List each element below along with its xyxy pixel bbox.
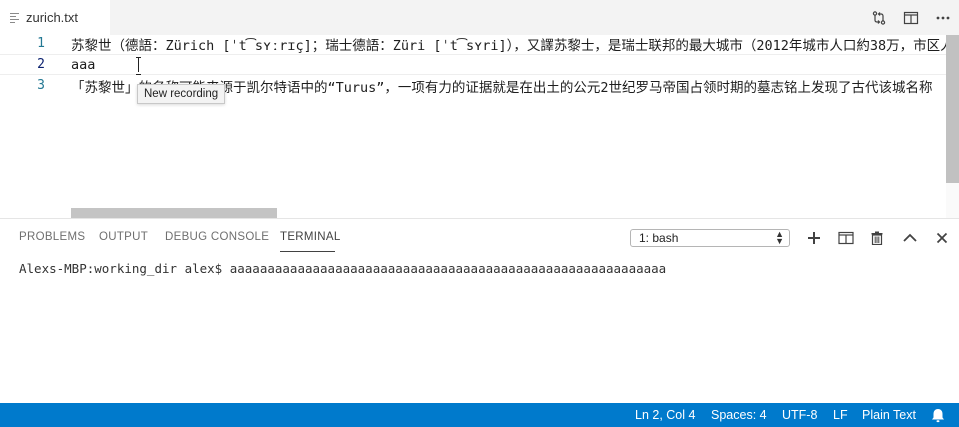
status-cursor-position[interactable]: Ln 2, Col 4 [635,403,695,427]
split-editor-icon [903,11,919,24]
editor[interactable]: 1 苏黎世（德語：Zürich [ˈt͡sʏːrɪç]；瑞士德語：Züri [ˈ… [0,35,959,218]
status-bar: Ln 2, Col 4 Spaces: 4 UTF-8 LF Plain Tex… [0,403,959,427]
more-actions-icon [936,16,950,19]
split-terminal-button[interactable] [835,227,857,249]
horizontal-scrollbar-thumb[interactable] [71,208,277,218]
open-changes-button[interactable] [863,0,895,35]
open-changes-icon [872,10,886,25]
tooltip: New recording [137,84,226,104]
terminal-select[interactable]: 1: bash ▲ ▼ [630,229,790,247]
tab-problems[interactable]: PROBLEMS [19,231,85,243]
select-arrows-icon: ▲ ▼ [775,229,784,246]
maximize-panel-button[interactable] [899,227,921,249]
tab-terminal[interactable]: TERMINAL [280,231,341,243]
active-tab-indicator [280,251,335,252]
new-terminal-button[interactable] [803,227,825,249]
split-editor-button[interactable] [895,0,927,35]
chevron-up-icon [903,233,917,242]
tab-label: zurich.txt [26,10,79,25]
text-file-icon [10,13,20,23]
status-indentation[interactable]: Spaces: 4 [711,403,767,427]
close-icon [936,232,948,244]
editor-tab-bar: zurich.txt [0,0,959,35]
bell-icon [932,408,944,422]
close-panel-button[interactable] [931,227,953,249]
status-eol[interactable]: LF [833,403,848,427]
line-text[interactable]: aaa [71,57,95,73]
line-number: 1 [37,36,45,51]
tab-output[interactable]: OUTPUT [99,231,148,243]
editor-actions [863,0,959,35]
line-number: 2 [37,57,45,72]
split-terminal-icon [838,231,854,245]
trash-icon [871,231,883,245]
terminal-select-value: 1: bash [639,231,679,245]
tab-debug-console[interactable]: DEBUG CONSOLE [165,231,269,243]
kill-terminal-button[interactable] [866,227,888,249]
terminal-output[interactable]: Alexs-MBP:working_dir alex$ aaaaaaaaaaaa… [19,261,666,276]
mouse-ibeam-cursor [136,57,142,75]
line-text[interactable]: 苏黎世（德語：Zürich [ˈt͡sʏːrɪç]；瑞士德語：Züri [ˈt͡… [71,35,959,54]
tab-zurich-txt[interactable]: zurich.txt [0,0,110,35]
more-actions-button[interactable] [927,0,959,35]
notifications-button[interactable] [931,403,945,427]
line-number: 3 [37,78,45,93]
vertical-scrollbar-thumb[interactable] [946,35,959,183]
status-language[interactable]: Plain Text [862,403,916,427]
editor-line[interactable]: 1 苏黎世（德語：Zürich [ˈt͡sʏːrɪç]；瑞士德語：Züri [ˈ… [0,35,959,54]
status-encoding[interactable]: UTF-8 [782,403,817,427]
bottom-panel: PROBLEMS OUTPUT DEBUG CONSOLE TERMINAL 1… [0,218,959,403]
plus-icon [808,232,820,244]
